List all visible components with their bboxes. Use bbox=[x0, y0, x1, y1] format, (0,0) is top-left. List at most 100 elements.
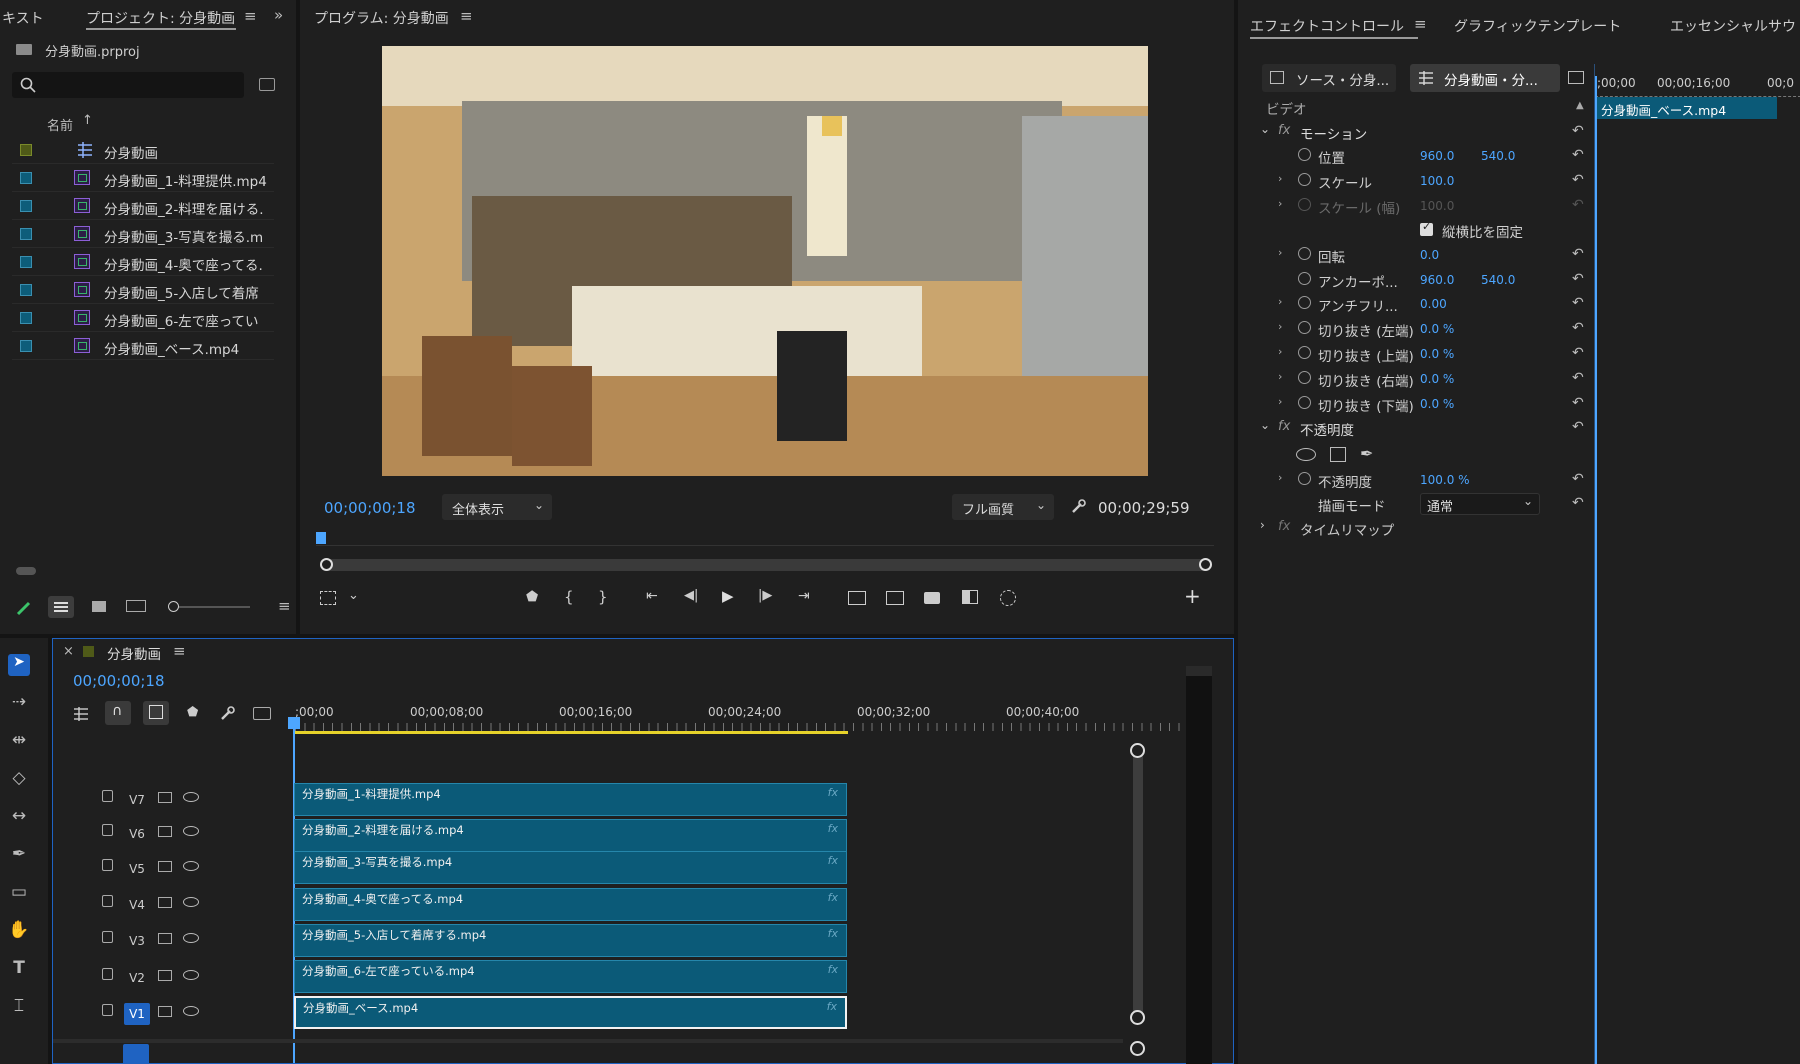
scale-value[interactable]: 100.0 bbox=[1420, 174, 1454, 188]
eye-icon[interactable] bbox=[183, 861, 199, 871]
sync-lock-icon[interactable] bbox=[158, 1006, 172, 1017]
icon-view-button[interactable] bbox=[92, 601, 106, 612]
quality-select[interactable]: フル画質 ⌄ bbox=[952, 494, 1054, 520]
timeline-clip[interactable]: 分身動画_1-料理提供.mp4 fx bbox=[294, 783, 847, 816]
sync-lock-icon[interactable] bbox=[158, 861, 172, 872]
fx-toggle-icon[interactable]: fx bbox=[1278, 519, 1290, 534]
add-marker-icon[interactable]: ⬟ bbox=[526, 589, 538, 605]
ripple-edit-tool-icon[interactable]: ⇹ bbox=[8, 730, 30, 752]
column-header-name[interactable]: 名前 bbox=[47, 115, 73, 134]
new-search-bin-icon[interactable] bbox=[259, 78, 275, 91]
reset-icon[interactable]: ↶ bbox=[1572, 246, 1584, 262]
razor-tool-icon[interactable]: ◇ bbox=[8, 768, 30, 790]
source-tab[interactable]: ソース・分身... bbox=[1262, 64, 1396, 92]
freeform-view-button[interactable] bbox=[126, 600, 146, 612]
stopwatch-icon[interactable] bbox=[1298, 371, 1311, 384]
timeline-clip[interactable]: 分身動画_6-左で座っている.mp4 fx bbox=[294, 960, 847, 993]
label-color-swatch[interactable] bbox=[20, 228, 32, 240]
timeline-clip[interactable]: 分身動画_4-奥で座ってる.mp4 fx bbox=[294, 888, 847, 921]
zoom-slider[interactable] bbox=[168, 601, 250, 612]
sync-lock-icon[interactable] bbox=[158, 826, 172, 837]
stopwatch-icon[interactable] bbox=[1298, 396, 1311, 409]
reset-icon[interactable]: ↶ bbox=[1572, 395, 1584, 411]
rotation-value[interactable]: 0.0 bbox=[1420, 248, 1439, 262]
toggle-timeline-icon[interactable] bbox=[1568, 71, 1584, 84]
label-color-swatch[interactable] bbox=[20, 340, 32, 352]
mark-out-icon[interactable]: } bbox=[598, 588, 608, 606]
work-area-bar[interactable] bbox=[295, 731, 848, 734]
eye-icon[interactable] bbox=[183, 826, 199, 836]
scroll-handle-bottom[interactable] bbox=[1130, 1041, 1145, 1056]
reset-icon[interactable]: ↶ bbox=[1572, 471, 1584, 487]
add-button-icon[interactable]: + bbox=[1184, 584, 1201, 608]
sort-arrow-icon[interactable]: ↑ bbox=[82, 113, 93, 128]
stopwatch-icon[interactable] bbox=[1298, 272, 1311, 285]
bottom-menu-icon[interactable]: ≡ bbox=[278, 597, 291, 615]
opacity-value[interactable]: 100.0 % bbox=[1420, 473, 1470, 487]
chevron-right-icon[interactable]: › bbox=[1278, 295, 1282, 308]
track-name[interactable]: V5 bbox=[124, 858, 150, 880]
timeline-scrollbar[interactable] bbox=[1130, 743, 1145, 1025]
lift-icon[interactable] bbox=[848, 591, 866, 605]
lock-icon[interactable] bbox=[102, 790, 113, 802]
track-name[interactable]: V7 bbox=[124, 789, 150, 811]
pen-mask-icon[interactable]: ✒ bbox=[1360, 444, 1373, 463]
track-name[interactable]: V6 bbox=[124, 823, 150, 845]
list-view-button[interactable] bbox=[48, 596, 74, 618]
chevron-down-icon[interactable]: ⌄ bbox=[1260, 122, 1270, 136]
lock-icon[interactable] bbox=[102, 931, 113, 943]
step-back-icon[interactable]: ◀| bbox=[684, 588, 698, 603]
slip-tool-icon[interactable]: ↔ bbox=[8, 806, 30, 828]
eye-icon[interactable] bbox=[183, 1006, 199, 1016]
sync-lock-icon[interactable] bbox=[158, 933, 172, 944]
label-color-swatch[interactable] bbox=[20, 312, 32, 324]
scroll-up-icon[interactable]: ▲ bbox=[1576, 100, 1584, 111]
chevron-right-icon[interactable]: › bbox=[1278, 395, 1282, 408]
crop-top-value[interactable]: 0.0 % bbox=[1420, 347, 1454, 361]
timeline-sequence-name[interactable]: 分身動画 bbox=[107, 643, 161, 663]
opacity-header-row[interactable]: ⌄ fx 不透明度 ↶ bbox=[1256, 416, 1596, 440]
pencil-icon[interactable] bbox=[16, 600, 32, 616]
stopwatch-icon[interactable] bbox=[1298, 472, 1311, 485]
eye-icon[interactable] bbox=[183, 897, 199, 907]
program-menu-icon[interactable]: ≡ bbox=[460, 7, 473, 25]
position-y[interactable]: 540.0 bbox=[1481, 149, 1515, 163]
chevron-right-icon[interactable]: › bbox=[1278, 246, 1282, 259]
reset-icon[interactable]: ↶ bbox=[1572, 495, 1584, 511]
wrench-icon[interactable] bbox=[219, 706, 235, 722]
eye-icon[interactable] bbox=[183, 933, 199, 943]
list-item[interactable]: 分身動画_6-左で座ってい bbox=[12, 304, 274, 332]
play-icon[interactable]: ▶ bbox=[722, 587, 734, 605]
chevron-right-icon[interactable]: › bbox=[1278, 471, 1282, 484]
program-scrollbar[interactable] bbox=[320, 558, 1212, 571]
stopwatch-icon[interactable] bbox=[1298, 247, 1311, 260]
tab-graphic-templates[interactable]: グラフィックテンプレート bbox=[1454, 16, 1621, 36]
timeline-clip-selected[interactable]: 分身動画_ベース.mp4 fx bbox=[294, 996, 847, 1029]
crop-bottom-value[interactable]: 0.0 % bbox=[1420, 397, 1454, 411]
program-monitor-title[interactable]: プログラム: 分身動画 bbox=[314, 8, 449, 28]
wrench-icon[interactable] bbox=[1070, 499, 1086, 515]
ec-clip-bar[interactable]: 分身動画_ベース.mp4 bbox=[1597, 97, 1777, 119]
timeline-clip[interactable]: 分身動画_5-入店して着席する.mp4 fx bbox=[294, 924, 847, 957]
stopwatch-icon[interactable] bbox=[1298, 346, 1311, 359]
anchor-x[interactable]: 960.0 bbox=[1420, 273, 1454, 287]
anchor-y[interactable]: 540.0 bbox=[1481, 273, 1515, 287]
add-marker-icon[interactable]: ⬟ bbox=[187, 705, 198, 720]
list-item[interactable]: 分身動画_2-料理を届ける. bbox=[12, 192, 274, 220]
audio-track-stub[interactable] bbox=[123, 1044, 149, 1063]
program-time-ruler[interactable] bbox=[316, 532, 1214, 546]
list-item[interactable]: 分身動画 bbox=[12, 136, 274, 164]
uniform-scale-checkbox[interactable]: ✓ bbox=[1420, 220, 1433, 236]
reset-icon[interactable]: ↶ bbox=[1572, 271, 1584, 287]
effect-controls-menu-icon[interactable]: ≡ bbox=[1414, 15, 1427, 33]
reset-icon[interactable]: ↶ bbox=[1572, 147, 1584, 163]
reset-icon[interactable]: ↶ bbox=[1572, 419, 1584, 435]
rectangle-tool-icon[interactable]: ▭ bbox=[8, 882, 30, 904]
hand-tool-icon[interactable]: ✋ bbox=[8, 920, 30, 942]
chevron-down-icon[interactable]: ⌄ bbox=[1260, 418, 1270, 432]
lock-icon[interactable] bbox=[102, 968, 113, 980]
sequence-tab[interactable]: 分身動画・分... bbox=[1410, 64, 1560, 92]
timeline-ruler[interactable]: ;00;00 00;00;08;00 00;00;16;00 00;00;24;… bbox=[295, 699, 1195, 735]
tab-effect-controls[interactable]: エフェクトコントロール bbox=[1250, 16, 1404, 36]
close-icon[interactable]: × bbox=[63, 644, 74, 659]
